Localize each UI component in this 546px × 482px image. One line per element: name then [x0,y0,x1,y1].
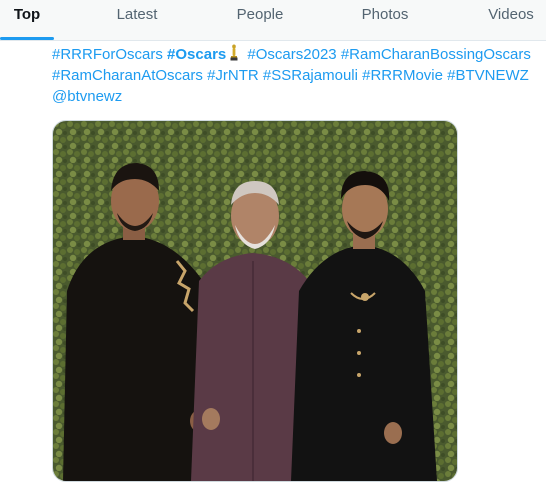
tab-latest[interactable]: Latest [97,0,177,40]
hashtag-link[interactable]: #Oscars [167,46,226,63]
tweet-text-line: #RamCharanAtOscars #JrNTR #SSRajamouli #… [52,65,546,86]
hashtag-link[interactable]: #JrNTR [207,67,259,84]
mention-link[interactable]: @btvnewz [52,88,122,105]
hashtag-link[interactable]: #RRRForOscars [52,46,163,63]
tab-photos[interactable]: Photos [345,0,425,40]
hashtag-link[interactable]: #RamCharanBossingOscars [341,46,531,63]
hashtag-link[interactable]: #SSRajamouli [263,67,358,84]
tab-videos[interactable]: Videos [472,0,546,40]
tweet-text-line: #RRRForOscars #Oscars #Oscars2023 #RamCh… [52,44,546,65]
tweet-text-line: @btvnewz [52,86,546,107]
tab-top[interactable]: Top [0,0,54,40]
hashtag-link[interactable]: #BTVNEWZ [447,67,529,84]
hashtag-link[interactable]: #Oscars2023 [247,46,336,63]
tweet-text: #RRRForOscars #Oscars #Oscars2023 #RamCh… [52,44,546,107]
photo-illustration [53,121,457,481]
tweet-photo[interactable] [52,120,458,482]
hashtag-link[interactable]: #RRRMovie [362,67,443,84]
hashtag-link[interactable]: #RamCharanAtOscars [52,67,203,84]
active-tab-indicator [0,37,54,40]
tab-people[interactable]: People [220,0,300,40]
oscar-trophy-icon [229,44,239,67]
search-tabs: Top Latest People Photos Videos [0,0,546,41]
